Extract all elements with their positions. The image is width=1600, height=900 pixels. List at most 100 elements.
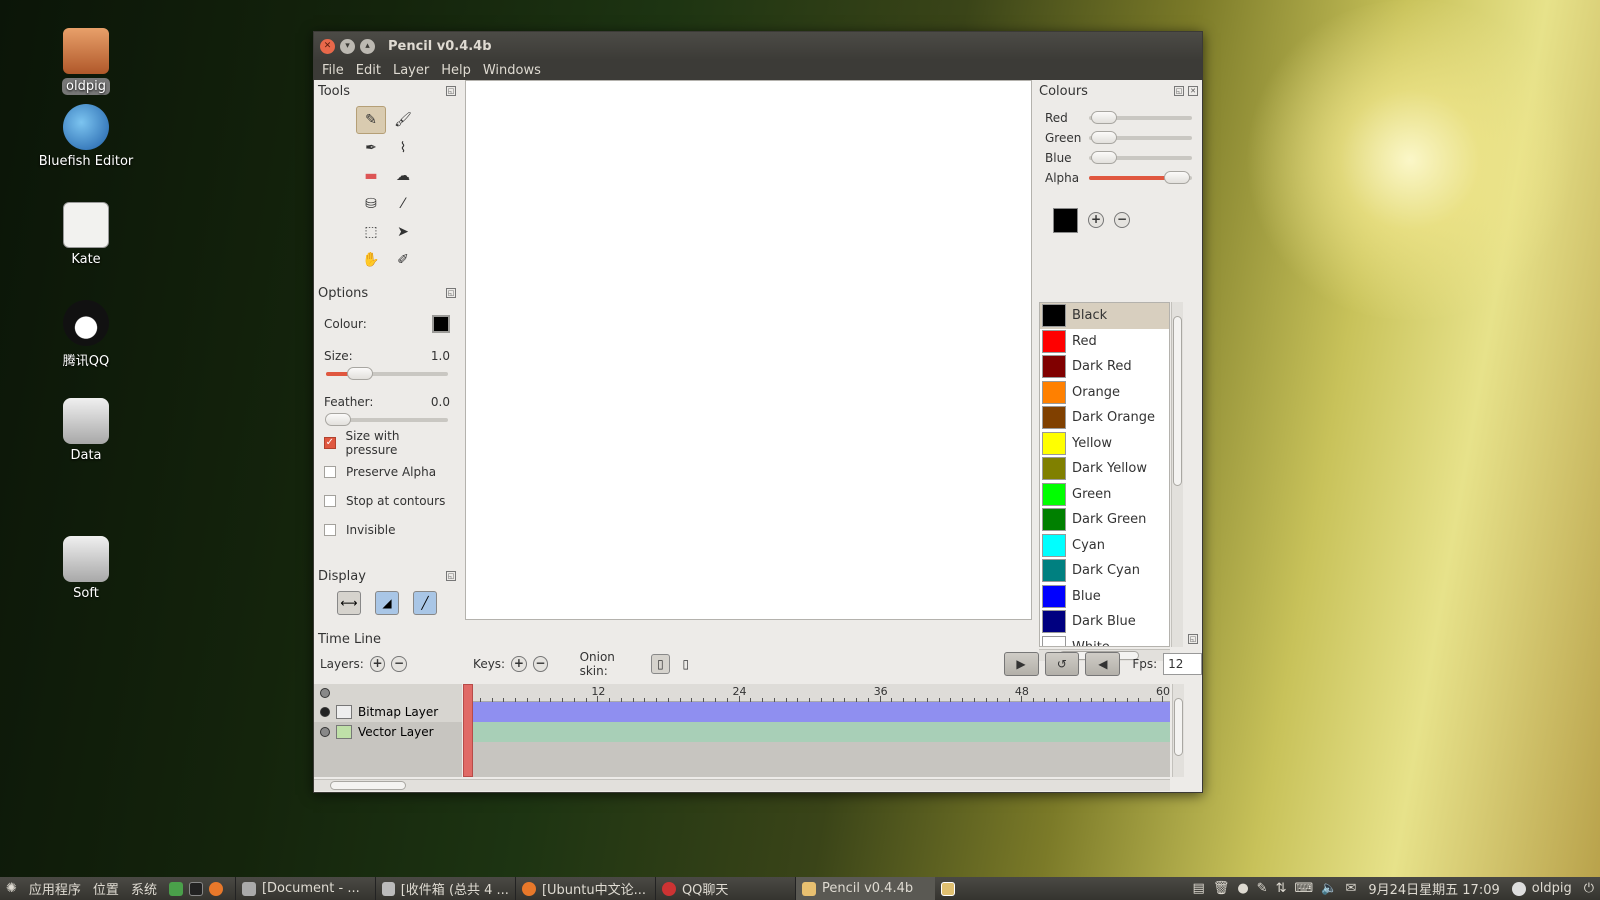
frame-track-area[interactable]: 11224364860 <box>463 684 1170 777</box>
thin-lines-icon[interactable]: ╱ <box>413 591 437 615</box>
green-slider[interactable] <box>1089 131 1192 144</box>
size-slider[interactable] <box>326 367 448 380</box>
palette-item[interactable]: Orange <box>1040 380 1169 406</box>
notes-icon[interactable]: ✎ <box>1257 881 1268 896</box>
trash-icon[interactable]: 🗑 <box>1213 881 1230 896</box>
menu-windows[interactable]: Windows <box>477 63 547 78</box>
bucket-icon[interactable]: ⛁ <box>356 190 386 218</box>
desktop-icon-oldpig[interactable]: oldpig <box>38 28 134 95</box>
task-qq[interactable]: QQ聊天 <box>654 877 795 900</box>
palette-item[interactable]: Dark Red <box>1040 354 1169 380</box>
outline-mode-icon[interactable]: ◢ <box>375 591 399 615</box>
task-document[interactable]: [Document - ... <box>234 877 375 900</box>
ubuntu-logo-icon[interactable]: ✺ <box>0 877 23 900</box>
menu-applications[interactable]: 应用程序 <box>23 877 87 900</box>
add-layer-button[interactable]: + <box>369 656 386 672</box>
menu-places[interactable]: 位置 <box>87 877 125 900</box>
cube-icon[interactable] <box>168 881 183 896</box>
add-colour-button[interactable]: + <box>1088 212 1104 228</box>
vector-layer-track[interactable] <box>464 722 1170 742</box>
onion-prev-icon[interactable]: ▯ <box>650 654 671 674</box>
sound-button[interactable]: ◀ <box>1085 652 1121 676</box>
remove-key-button[interactable]: − <box>532 656 549 672</box>
palette-item[interactable]: Dark Green <box>1040 507 1169 533</box>
user-menu[interactable]: oldpig <box>1506 877 1578 900</box>
visibility-toggle-all[interactable] <box>320 688 330 698</box>
float-icon[interactable]: ◱ <box>446 288 456 298</box>
visibility-dot[interactable] <box>320 727 330 737</box>
keyboard-icon[interactable]: ⌨ <box>1294 881 1313 896</box>
firefox-icon[interactable] <box>208 881 223 896</box>
menu-edit[interactable]: Edit <box>350 63 387 78</box>
pen-icon[interactable]: ✒ <box>356 134 386 162</box>
network-icon[interactable]: ⇅ <box>1276 881 1287 896</box>
desktop-icon-soft[interactable]: Soft <box>38 536 134 601</box>
close-icon[interactable]: ✕ <box>1188 86 1198 96</box>
palette-item[interactable]: Black <box>1040 303 1169 329</box>
maximize-button[interactable]: ▴ <box>360 38 375 54</box>
drawing-canvas[interactable] <box>465 80 1032 620</box>
invisible-checkbox[interactable]: Invisible <box>314 515 460 544</box>
menu-system[interactable]: 系统 <box>125 877 163 900</box>
close-button[interactable]: ✕ <box>320 38 335 54</box>
palette-item[interactable]: Cyan <box>1040 533 1169 559</box>
window-titlebar[interactable]: ✕ ▾ ▴ Pencil v0.4.4b <box>314 32 1202 60</box>
fps-spinbox[interactable]: 12 <box>1163 653 1203 675</box>
brush-icon[interactable]: 🖌 <box>388 106 418 134</box>
red-slider[interactable] <box>1089 111 1192 124</box>
palette-item[interactable]: Green <box>1040 482 1169 508</box>
float-icon[interactable]: ◱ <box>1174 86 1184 96</box>
task-pencil[interactable]: Pencil v0.4.4b <box>794 877 935 900</box>
menu-layer[interactable]: Layer <box>387 63 435 78</box>
palette-item[interactable]: Blue <box>1040 584 1169 610</box>
clear-icon[interactable]: ✐ <box>388 246 418 274</box>
layer-row-bitmap[interactable]: Bitmap Layer <box>314 702 462 722</box>
desktop-icon-data[interactable]: Data <box>38 398 134 463</box>
qq-tray-icon[interactable]: ● <box>1237 881 1248 896</box>
menu-file[interactable]: File <box>316 63 350 78</box>
volume-icon[interactable]: 🔈 <box>1321 881 1337 896</box>
tray-app-icon[interactable]: ▤ <box>1193 881 1205 896</box>
palette-item[interactable]: Red <box>1040 329 1169 355</box>
eyedropper-icon[interactable]: ⁄ <box>388 190 418 218</box>
remove-layer-button[interactable]: − <box>391 656 407 672</box>
task-browser[interactable]: [Ubuntu中文论... <box>514 877 655 900</box>
stop-at-contours-checkbox[interactable]: Stop at contours <box>314 486 460 515</box>
palette-item[interactable]: Dark Orange <box>1040 405 1169 431</box>
timeline-vscrollbar[interactable] <box>1172 684 1184 777</box>
mail-icon[interactable]: ✉ <box>1345 881 1356 896</box>
show-desktop-icon[interactable] <box>935 877 967 900</box>
terminal-icon[interactable] <box>188 881 203 896</box>
float-icon[interactable]: ◱ <box>446 571 456 581</box>
desktop-icon-bluefish[interactable]: Bluefish Editor <box>38 104 134 169</box>
remove-colour-button[interactable]: − <box>1114 212 1130 228</box>
size-with-pressure-checkbox[interactable]: ✓ Size with pressure <box>314 428 460 457</box>
minimize-button[interactable]: ▾ <box>340 38 355 54</box>
add-key-button[interactable]: + <box>511 656 527 672</box>
desktop-icon-qq[interactable]: 腾讯QQ <box>38 300 134 369</box>
onion-next-icon[interactable]: ▯ <box>676 654 695 674</box>
task-mail[interactable]: [收件箱 (总共 4 ... <box>374 877 515 900</box>
playhead[interactable] <box>463 684 473 777</box>
visibility-dot[interactable] <box>320 707 330 717</box>
smudge-icon[interactable]: ☁ <box>388 162 418 190</box>
menu-help[interactable]: Help <box>435 63 477 78</box>
blue-slider[interactable] <box>1089 151 1192 164</box>
feather-slider[interactable] <box>325 413 448 426</box>
palette-item[interactable]: Yellow <box>1040 431 1169 457</box>
polyline-icon[interactable]: ⌇ <box>388 134 418 162</box>
move-icon[interactable]: ➤ <box>388 218 418 246</box>
colour-swatch[interactable] <box>432 315 450 333</box>
timeline-hscrollbar[interactable] <box>314 779 1170 791</box>
bitmap-layer-track[interactable] <box>464 702 1170 722</box>
preserve-alpha-checkbox[interactable]: Preserve Alpha <box>314 457 460 486</box>
palette-item[interactable]: Dark Cyan <box>1040 558 1169 584</box>
clock[interactable]: 9月24日星期五 17:09 <box>1362 877 1505 900</box>
select-icon[interactable]: ⬚ <box>356 218 386 246</box>
flip-horizontal-icon[interactable]: ⟷ <box>337 591 361 615</box>
alpha-slider[interactable] <box>1089 171 1192 184</box>
float-icon[interactable]: ◱ <box>446 86 456 96</box>
loop-button[interactable]: ↺ <box>1044 652 1080 676</box>
layer-row-vector[interactable]: Vector Layer <box>314 722 462 742</box>
palette-item[interactable]: Dark Yellow <box>1040 456 1169 482</box>
